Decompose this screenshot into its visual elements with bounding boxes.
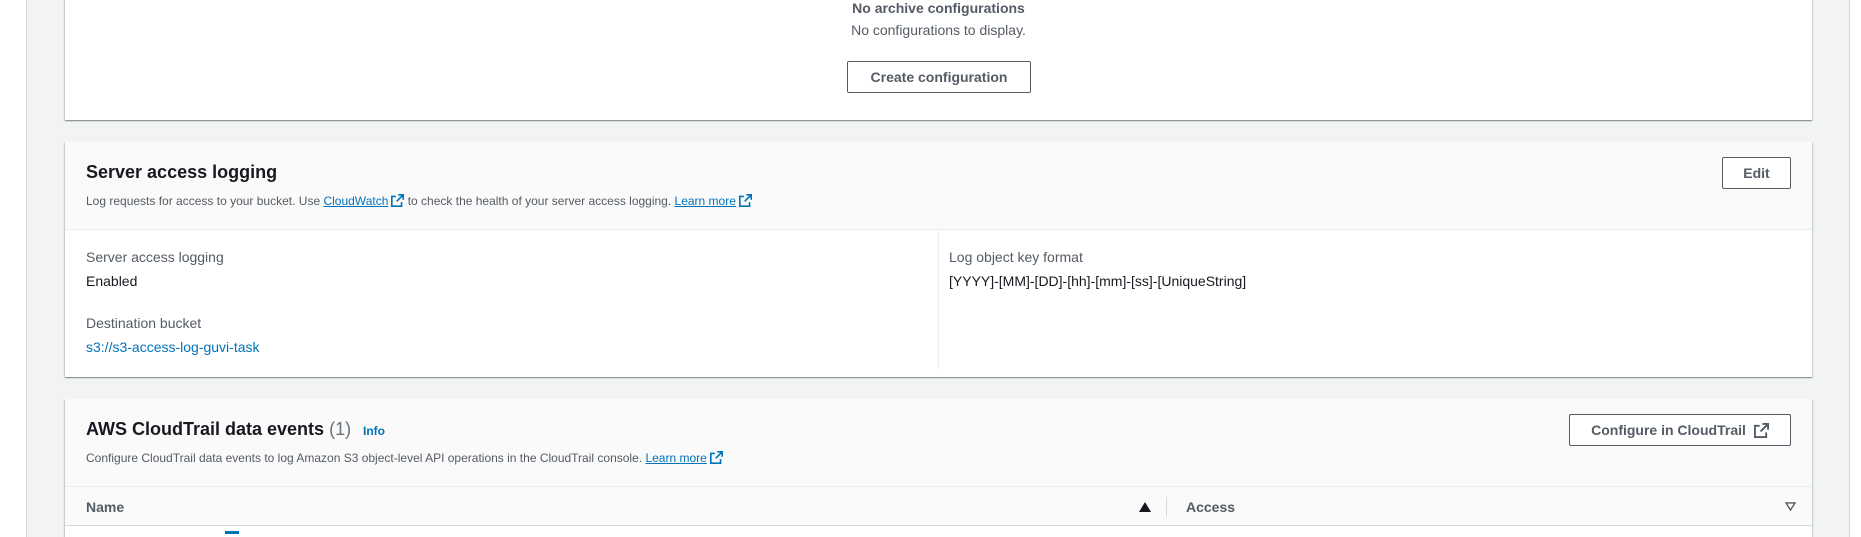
left-nav-collapsed — [0, 0, 27, 537]
cloudtrail-title-text: AWS CloudTrail data events — [86, 419, 325, 439]
edit-button[interactable]: Edit — [1722, 157, 1791, 189]
sort-icon[interactable] — [1785, 502, 1796, 511]
destination-bucket-label: Destination bucket — [86, 315, 202, 331]
configure-in-cloudtrail-label: Configure in CloudTrail — [1591, 422, 1746, 438]
server-access-logging-value: Enabled — [86, 273, 138, 289]
empty-state-description: No configurations to display. — [851, 22, 1026, 38]
log-object-key-format-value: [YYYY]-[MM]-[DD]-[hh]-[mm]-[ss]-[UniqueS… — [949, 273, 1247, 289]
table-row-partial — [65, 527, 1812, 537]
cloudtrail-count: (1) — [329, 419, 352, 439]
table-header: Name Access — [65, 486, 1812, 526]
column-header-name[interactable]: Name — [86, 499, 124, 515]
external-link-icon — [1753, 422, 1769, 438]
archive-configurations-panel: No archive configurations No configurati… — [65, 0, 1812, 120]
cloudtrail-title: AWS CloudTrail data events (1) — [86, 419, 351, 440]
create-configuration-button[interactable]: Create configuration — [847, 61, 1031, 93]
destination-bucket-link[interactable]: s3://s3-access-log-guvi-task — [86, 339, 260, 355]
learn-more-link[interactable]: Learn more — [675, 194, 736, 208]
cloudwatch-link[interactable]: CloudWatch — [323, 194, 388, 208]
learn-more-link[interactable]: Learn more — [645, 451, 706, 465]
log-object-key-format-label: Log object key format — [949, 249, 1083, 265]
server-access-logging-panel: Server access logging Log requests for a… — [65, 142, 1812, 377]
description-text-1: Log requests for access to your bucket. … — [86, 194, 324, 208]
external-link-icon — [391, 194, 405, 207]
cloudtrail-data-events-panel: AWS CloudTrail data events (1) Info Conf… — [65, 399, 1812, 537]
server-access-logging-label: Server access logging — [86, 249, 224, 265]
server-access-logging-header: Server access logging Log requests for a… — [65, 142, 1812, 230]
cloudtrail-description: Configure CloudTrail data events to log … — [86, 451, 723, 465]
server-access-logging-description: Log requests for access to your bucket. … — [86, 194, 752, 208]
info-link[interactable]: Info — [363, 424, 385, 438]
external-link-icon — [225, 531, 239, 534]
configure-in-cloudtrail-button[interactable]: Configure in CloudTrail — [1569, 414, 1791, 446]
sort-ascending-icon[interactable] — [1139, 502, 1151, 512]
column-header-access[interactable]: Access — [1186, 499, 1235, 515]
external-link-icon — [709, 451, 723, 464]
description-text-2: to check the health of your server acces… — [404, 194, 675, 208]
column-resizer[interactable] — [1166, 497, 1167, 517]
right-panel-collapsed — [1849, 0, 1861, 537]
external-link-icon — [738, 194, 752, 207]
server-access-logging-title: Server access logging — [86, 162, 278, 182]
cloudtrail-description-text: Configure CloudTrail data events to log … — [86, 451, 646, 465]
cloudtrail-header: AWS CloudTrail data events (1) Info Conf… — [65, 399, 1812, 487]
column-divider — [938, 230, 939, 369]
empty-state-title: No archive configurations — [852, 0, 1025, 16]
